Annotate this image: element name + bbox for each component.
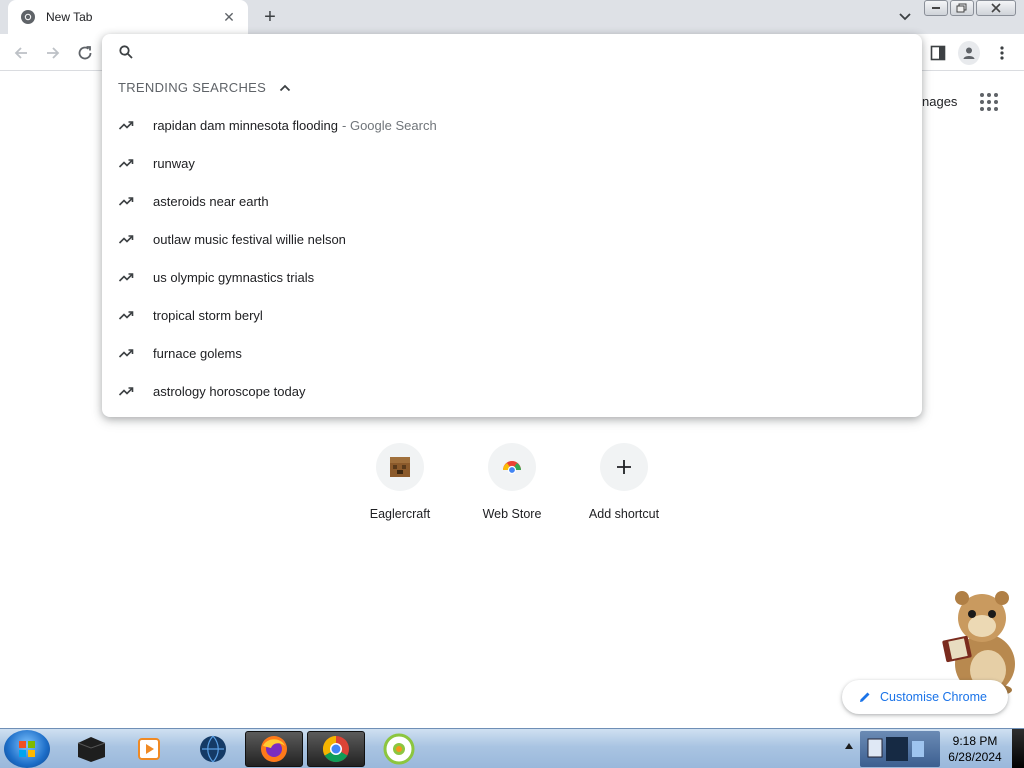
suggestion-item[interactable]: asteroids near earth — [102, 182, 922, 220]
chrome-taskbar-icon[interactable] — [307, 731, 365, 767]
shortcut-eaglercraft[interactable]: Eaglercraft — [344, 443, 456, 533]
terminal-icon[interactable] — [62, 731, 120, 767]
trending-searches-label: TRENDING SEARCHES — [118, 80, 267, 95]
suggestion-item[interactable]: outlaw music festival willie nelson — [102, 220, 922, 258]
suggestion-suffix: - Google Search — [342, 117, 437, 133]
forward-icon[interactable] — [42, 42, 64, 64]
system-tray[interactable] — [860, 731, 940, 767]
webstore-icon — [488, 443, 536, 491]
trending-up-icon — [118, 197, 134, 206]
suggestion-text: furnace golems — [153, 345, 242, 361]
plus-icon — [600, 443, 648, 491]
close-window-button[interactable] — [976, 0, 1016, 16]
tab-strip: New Tab ✕ + — [0, 0, 1024, 34]
suggestion-text: rapidan dam minnesota flooding — [153, 117, 339, 133]
omnibox-input[interactable] — [146, 40, 906, 64]
suggestion-text: outlaw music festival willie nelson — [153, 231, 346, 247]
globe-icon[interactable] — [184, 731, 242, 767]
add-shortcut-button[interactable]: Add shortcut — [568, 443, 680, 533]
suggestion-text: runway — [153, 155, 195, 171]
trending-searches-header[interactable]: TRENDING SEARCHES — [118, 80, 292, 95]
images-link[interactable]: nages — [922, 94, 957, 109]
clock-time: 9:18 PM — [952, 734, 998, 748]
tab-search-chevron-icon[interactable] — [894, 6, 916, 28]
trending-up-icon — [118, 387, 134, 396]
clock-date: 6/28/2024 — [948, 750, 1002, 764]
menu-icon[interactable] — [991, 42, 1013, 64]
suggestion-text: astrology horoscope today — [153, 383, 306, 399]
suggestion-item[interactable]: tropical storm beryl — [102, 296, 922, 334]
suggestion-item[interactable]: furnace golems — [102, 334, 922, 372]
customise-chrome-button[interactable]: Customise Chrome — [842, 680, 1008, 714]
profile-icon[interactable] — [958, 41, 980, 65]
customise-chrome-label: Customise Chrome — [880, 690, 987, 704]
shortcut-label: Eaglercraft — [369, 507, 431, 521]
trending-up-icon — [118, 121, 134, 130]
suggestion-text: us olympic gymnastics trials — [153, 269, 315, 285]
firefox-icon[interactable] — [245, 731, 303, 767]
tab-new-tab[interactable]: New Tab ✕ — [8, 0, 248, 34]
side-panel-icon[interactable] — [927, 42, 949, 64]
media-player-icon[interactable] — [120, 731, 178, 767]
trending-up-icon — [118, 159, 134, 168]
tab-title: New Tab — [46, 10, 93, 24]
trending-up-icon — [118, 235, 134, 244]
suggestion-text: asteroids near earth — [153, 193, 269, 209]
chrome-icon — [21, 10, 35, 24]
suggestion-list: rapidan dam minnesota flooding - Google … — [102, 106, 922, 410]
trending-up-icon — [118, 273, 134, 282]
search-icon — [119, 45, 133, 59]
taskbar: 9:18 PM 6/28/2024 — [0, 728, 1024, 768]
show-hidden-icons-icon[interactable] — [845, 743, 853, 749]
suggestion-item[interactable]: astrology horoscope today — [102, 372, 922, 410]
minimize-button[interactable] — [924, 0, 948, 16]
pencil-icon — [860, 692, 870, 702]
start-button[interactable] — [4, 730, 50, 768]
google-apps-icon[interactable] — [980, 93, 1000, 113]
new-tab-button[interactable]: + — [258, 5, 282, 29]
shortcut-label: Add shortcut — [588, 507, 660, 521]
omnibox-dropdown: TRENDING SEARCHES rapidan dam minnesota … — [102, 34, 922, 417]
back-icon[interactable] — [10, 42, 32, 64]
window-controls — [924, 0, 1016, 16]
tab-close-icon[interactable]: ✕ — [220, 8, 238, 26]
app-icon[interactable] — [370, 731, 428, 767]
suggestion-item[interactable]: runway — [102, 144, 922, 182]
show-desktop-button[interactable] — [1012, 729, 1024, 768]
trending-up-icon — [118, 349, 134, 358]
chevron-up-icon[interactable] — [278, 81, 292, 95]
suggestion-item[interactable]: rapidan dam minnesota flooding - Google … — [102, 106, 922, 144]
shortcut-label: Web Store — [482, 507, 542, 521]
eaglercraft-icon — [376, 443, 424, 491]
suggestion-text: tropical storm beryl — [153, 307, 263, 323]
shortcut-web-store[interactable]: Web Store — [456, 443, 568, 533]
clock[interactable]: 9:18 PM 6/28/2024 — [942, 733, 1008, 765]
restore-button[interactable] — [950, 0, 974, 16]
reload-icon[interactable] — [74, 42, 96, 64]
trending-up-icon — [118, 311, 134, 320]
suggestion-item[interactable]: us olympic gymnastics trials — [102, 258, 922, 296]
